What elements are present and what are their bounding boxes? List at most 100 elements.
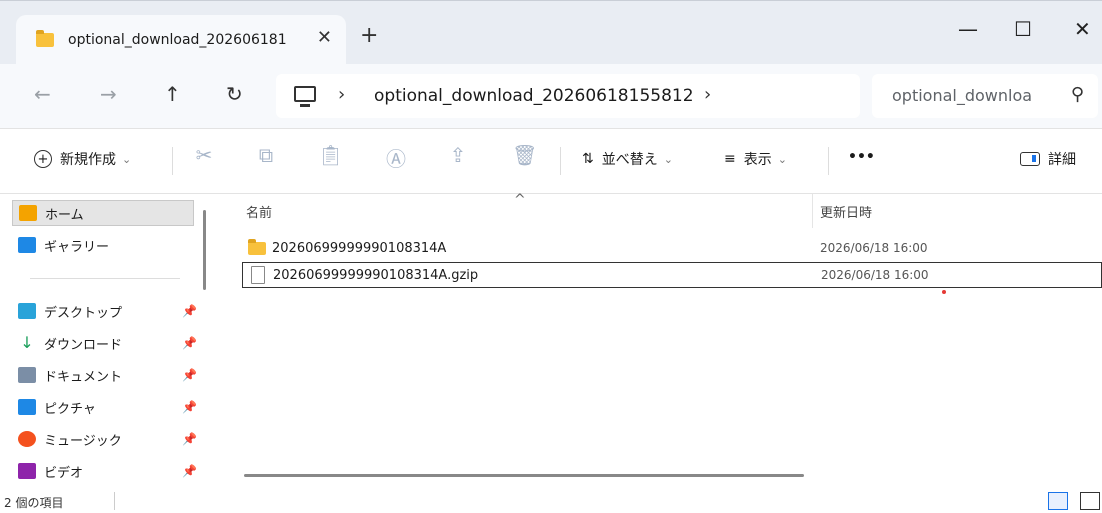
navigation-pane: ホーム ギャラリー デスクトップ 📌 ↓ ダウンロード 📌 ドキュメント 📌 ピ… xyxy=(0,194,222,488)
home-icon xyxy=(19,205,37,221)
tab-close-button[interactable]: ✕ xyxy=(317,27,332,48)
sidebar-item-label: ギャラリー xyxy=(44,239,110,255)
minimize-button[interactable]: — xyxy=(958,19,978,39)
view-label: 表示 xyxy=(743,152,772,168)
search-input[interactable]: optional_downloa ⚲ xyxy=(872,74,1098,118)
gallery-icon xyxy=(18,237,36,253)
chevron-down-icon: ⌄ xyxy=(122,152,132,166)
sidebar-item-label: ミュージック xyxy=(44,433,122,449)
pin-icon: 📌 xyxy=(182,464,197,478)
table-row[interactable]: 20260699999990108314A 2026/06/18 16:00 xyxy=(242,236,1102,262)
video-icon xyxy=(18,463,36,479)
folder-icon xyxy=(36,30,54,47)
sidebar-item-documents[interactable]: ドキュメント 📌 xyxy=(12,362,197,388)
share-icon[interactable]: ⇪ xyxy=(446,143,470,169)
column-divider[interactable] xyxy=(812,194,813,228)
address-bar[interactable]: › optional_download_20260618155812 › xyxy=(276,74,860,118)
new-button[interactable]: + 新規作成 ⌄ xyxy=(34,149,131,169)
horizontal-scrollbar[interactable] xyxy=(244,474,804,477)
sidebar-item-videos[interactable]: ビデオ 📌 xyxy=(12,458,197,484)
command-bar: + 新規作成 ⌄ ✂ ⧉ 📋︎ Ⓐ ⇪ 🗑︎ ⇅ 並べ替え ⌄ ≡ 表示 ⌄ •… xyxy=(0,128,1102,194)
view-button[interactable]: ≡ 表示 ⌄ xyxy=(724,149,787,169)
chevron-down-icon: ⌄ xyxy=(777,152,787,166)
sidebar-item-label: ダウンロード xyxy=(44,337,123,353)
sidebar-item-label: ビデオ xyxy=(44,465,84,481)
paste-icon[interactable]: 📋︎ xyxy=(318,143,343,169)
column-header-modified[interactable]: 更新日時 xyxy=(820,202,872,221)
cut-icon[interactable]: ✂ xyxy=(192,143,216,169)
rename-icon[interactable]: Ⓐ xyxy=(384,143,408,171)
sort-button[interactable]: ⇅ 並べ替え ⌄ xyxy=(582,149,673,169)
sort-icon: ⇅ xyxy=(582,151,594,167)
sidebar-item-label: ドキュメント xyxy=(44,369,123,385)
music-icon xyxy=(18,431,36,447)
file-name: 20260699999990108314A.gzip xyxy=(273,268,479,283)
sidebar-item-downloads[interactable]: ↓ ダウンロード 📌 xyxy=(12,330,197,356)
chevron-right-icon[interactable]: › xyxy=(704,84,711,105)
title-bar: optional_download_202606181 ✕ + — ☐ ✕ xyxy=(0,0,1102,65)
sort-caret-icon: ^ xyxy=(514,192,526,208)
sidebar-item-label: ホーム xyxy=(45,207,84,223)
copy-icon[interactable]: ⧉ xyxy=(254,143,278,169)
table-row[interactable]: 20260699999990108314A.gzip 2026/06/18 16… xyxy=(242,262,1102,288)
details-view-icon[interactable] xyxy=(1048,492,1068,510)
back-button[interactable]: ← xyxy=(34,84,51,104)
file-name: 20260699999990108314A xyxy=(272,241,447,256)
sidebar-scrollbar[interactable] xyxy=(203,210,206,290)
chevron-down-icon: ⌄ xyxy=(663,152,673,166)
item-count: 2 個の項目 xyxy=(4,496,64,510)
up-button[interactable]: ↑ xyxy=(164,84,181,104)
refresh-button[interactable]: ↻ xyxy=(226,84,243,104)
sidebar-item-desktop[interactable]: デスクトップ 📌 xyxy=(12,298,197,324)
sidebar-item-home[interactable]: ホーム xyxy=(12,200,194,226)
details-pane-icon xyxy=(1020,152,1040,166)
new-tab-button[interactable]: + xyxy=(360,25,378,47)
close-button[interactable]: ✕ xyxy=(1074,19,1091,39)
sidebar-item-gallery[interactable]: ギャラリー xyxy=(12,232,109,258)
tab-title: optional_download_202606181 xyxy=(68,32,287,48)
column-header-name[interactable]: 名前 xyxy=(246,202,272,221)
file-modified: 2026/06/18 16:00 xyxy=(820,241,928,255)
file-modified: 2026/06/18 16:00 xyxy=(821,268,929,282)
computer-icon xyxy=(294,86,316,107)
details-button[interactable]: 詳細 xyxy=(1020,149,1076,169)
more-button[interactable]: ••• xyxy=(848,149,875,165)
details-label: 詳細 xyxy=(1048,152,1076,168)
divider xyxy=(828,147,829,175)
pin-icon: 📌 xyxy=(182,304,197,318)
desktop-icon xyxy=(18,303,36,319)
sidebar-item-label: ピクチャ xyxy=(44,401,96,417)
sort-label: 並べ替え xyxy=(601,152,658,168)
search-icon: ⚲ xyxy=(1070,84,1084,105)
delete-icon[interactable]: 🗑︎ xyxy=(512,143,537,169)
pin-icon: 📌 xyxy=(182,336,197,350)
tab-current[interactable]: optional_download_202606181 ✕ xyxy=(16,15,346,65)
sidebar-item-pictures[interactable]: ピクチャ 📌 xyxy=(12,394,197,420)
cursor-dot xyxy=(942,290,946,294)
search-placeholder: optional_downloa xyxy=(892,86,1033,105)
forward-button[interactable]: → xyxy=(100,84,117,104)
plus-icon: + xyxy=(34,150,52,168)
pin-icon: 📌 xyxy=(182,400,197,414)
folder-icon xyxy=(248,239,266,255)
divider xyxy=(560,147,561,175)
new-label: 新規作成 xyxy=(60,152,116,168)
breadcrumb[interactable]: optional_download_20260618155812 xyxy=(374,86,694,106)
list-view-icon: ≡ xyxy=(724,151,736,167)
download-icon: ↓ xyxy=(18,335,36,351)
sidebar-item-music[interactable]: ミュージック 📌 xyxy=(12,426,197,452)
divider xyxy=(30,278,180,279)
divider xyxy=(172,147,173,175)
pin-icon: 📌 xyxy=(182,368,197,382)
file-list: ^ 名前 更新日時 20260699999990108314A 2026/06/… xyxy=(222,192,1102,488)
chevron-right-icon[interactable]: › xyxy=(338,84,345,105)
status-bar: 2 個の項目 xyxy=(0,488,1102,513)
maximize-button[interactable]: ☐ xyxy=(1014,19,1032,39)
more-icon: ••• xyxy=(848,149,875,165)
pictures-icon xyxy=(18,399,36,415)
divider xyxy=(114,492,115,510)
file-icon xyxy=(251,266,265,284)
sidebar-item-label: デスクトップ xyxy=(44,305,123,321)
tiles-view-icon[interactable] xyxy=(1080,492,1100,510)
documents-icon xyxy=(18,367,36,383)
